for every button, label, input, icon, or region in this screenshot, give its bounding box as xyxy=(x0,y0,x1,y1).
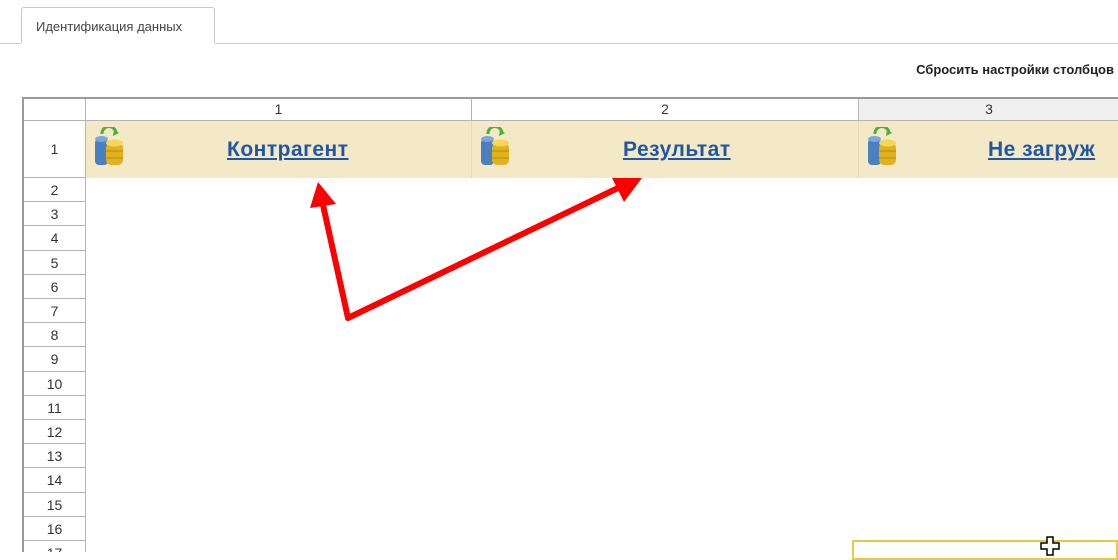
selected-cell[interactable] xyxy=(852,540,1118,560)
spreadsheet[interactable]: 1 2 3 1 234567891011121314151617 Контраг… xyxy=(22,97,1118,552)
tab-divider xyxy=(0,43,21,44)
header-cell-not-loaded[interactable]: Не загруж xyxy=(859,121,1118,178)
row-header-8[interactable]: 8 xyxy=(24,323,86,348)
row-header-14[interactable]: 14 xyxy=(24,468,86,493)
row-header-4[interactable]: 4 xyxy=(24,226,86,251)
row-header-12[interactable]: 12 xyxy=(24,420,86,445)
row-header-7[interactable]: 7 xyxy=(24,299,86,324)
cell-cursor-icon xyxy=(1040,536,1060,556)
column-header-3[interactable]: 3 xyxy=(859,99,1118,121)
database-icon xyxy=(481,127,509,165)
tab-bar: Идентификация данных xyxy=(0,0,1118,44)
row-header-5[interactable]: 5 xyxy=(24,250,86,275)
row-header-1[interactable]: 1 xyxy=(24,121,86,178)
row-header-6[interactable]: 6 xyxy=(24,274,86,299)
row-header-3[interactable]: 3 xyxy=(24,202,86,227)
sheet-corner[interactable] xyxy=(24,99,86,121)
row-header-16[interactable]: 16 xyxy=(24,516,86,541)
row-header-10[interactable]: 10 xyxy=(24,371,86,396)
row-header-9[interactable]: 9 xyxy=(24,347,86,372)
row-header-17[interactable]: 17 xyxy=(24,541,86,552)
counterparty-link[interactable]: Контрагент xyxy=(227,138,349,162)
tab-data-identification[interactable]: Идентификация данных xyxy=(21,7,215,43)
database-icon xyxy=(868,127,896,165)
reset-columns-button[interactable]: Сбросить настройки столбцов xyxy=(916,62,1114,77)
row-header-13[interactable]: 13 xyxy=(24,444,86,469)
database-icon xyxy=(95,127,123,165)
not-loaded-link[interactable]: Не загруж xyxy=(988,138,1095,162)
column-header-1[interactable]: 1 xyxy=(86,99,472,121)
column-header-2[interactable]: 2 xyxy=(472,99,859,121)
header-cell-counterparty[interactable]: Контрагент xyxy=(86,121,472,178)
header-cell-result[interactable]: Результат xyxy=(472,121,859,178)
row-header-2[interactable]: 2 xyxy=(24,178,86,203)
result-link[interactable]: Результат xyxy=(623,138,731,162)
row-header-11[interactable]: 11 xyxy=(24,395,86,420)
row-header-15[interactable]: 15 xyxy=(24,492,86,517)
tab-divider xyxy=(215,43,1118,44)
